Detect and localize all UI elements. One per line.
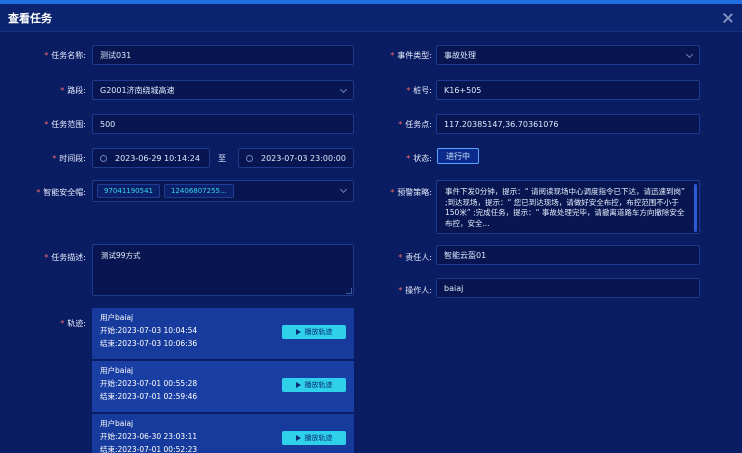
road-select[interactable]: G2001济南绕城高速 bbox=[92, 80, 354, 100]
status-badge: 进行中 bbox=[437, 148, 479, 164]
dialog-titlebar: 查看任务 bbox=[0, 4, 742, 32]
play-icon bbox=[295, 382, 301, 388]
strategy-label: * 预警策略: bbox=[390, 188, 432, 197]
chevron-down-icon bbox=[339, 85, 348, 94]
play-track-button[interactable]: 播放轨迹 bbox=[282, 378, 346, 392]
task-name-field[interactable]: 测试031 bbox=[92, 45, 354, 65]
description-textarea[interactable]: 测试99方式 bbox=[92, 244, 354, 296]
responsible-label: * 责任人: bbox=[398, 253, 432, 262]
play-icon bbox=[295, 329, 301, 335]
event-type-label: * 事件类型: bbox=[390, 51, 432, 60]
stake-field[interactable]: K16+505 bbox=[436, 80, 700, 100]
responsible-field[interactable]: 智能云盔01 bbox=[436, 245, 700, 265]
coordinates-field[interactable]: 117.20385147,36.70361076 bbox=[436, 114, 700, 134]
play-track-button[interactable]: 播放轨迹 bbox=[282, 431, 346, 445]
helmet-tag: 97041190541 bbox=[97, 184, 160, 198]
task-range-label: * 任务范围: bbox=[44, 120, 86, 129]
track-user: 用户baiaj bbox=[100, 419, 134, 428]
close-icon[interactable] bbox=[722, 12, 734, 24]
status-label: * 状态: bbox=[406, 154, 432, 163]
time-period-label: * 时间段: bbox=[52, 154, 86, 163]
track-label: * 轨迹: bbox=[60, 319, 86, 328]
time-start-field[interactable]: 2023-06-29 10:14:24 bbox=[92, 148, 210, 168]
description-label: * 任务描述: bbox=[44, 253, 86, 262]
task-name-label: * 任务名称: bbox=[44, 51, 86, 60]
strategy-textarea[interactable]: 事件下发0分钟，提示：“ 请阅读现场中心调度指令已下达，请迅速到岗” ;到达现场… bbox=[436, 180, 700, 234]
play-icon bbox=[295, 435, 301, 441]
track-item: 用户baiaj 开始:2023-07-03 10:04:54 结束:2023-0… bbox=[92, 308, 354, 359]
road-label: * 路段: bbox=[60, 86, 86, 95]
smart-helmet-label: * 智能安全帽: bbox=[36, 188, 86, 197]
clock-icon bbox=[100, 154, 107, 162]
task-range-field[interactable]: 500 bbox=[92, 114, 354, 134]
time-end-field[interactable]: 2023-07-03 23:00:00 bbox=[238, 148, 354, 168]
track-user: 用户baiaj bbox=[100, 366, 134, 375]
track-item: 用户baiaj 开始:2023-06-30 23:03:11 结束:2023-0… bbox=[92, 414, 354, 453]
smart-helmet-select[interactable]: 97041190541 12406807255... bbox=[92, 180, 354, 202]
operator-label: * 操作人: bbox=[398, 286, 432, 295]
resize-handle[interactable] bbox=[346, 288, 352, 294]
coordinates-label: * 任务点: bbox=[398, 120, 432, 129]
track-item: 用户baiaj 开始:2023-07-01 00:55:28 结束:2023-0… bbox=[92, 361, 354, 412]
scrollbar[interactable] bbox=[694, 184, 697, 232]
track-user: 用户baiaj bbox=[100, 313, 134, 322]
dialog-title: 查看任务 bbox=[8, 11, 52, 25]
operator-field[interactable]: baiaj bbox=[436, 278, 700, 298]
chevron-down-icon bbox=[685, 50, 694, 59]
clock-icon bbox=[246, 154, 253, 162]
chevron-down-icon bbox=[339, 185, 348, 194]
stake-label: * 桩号: bbox=[406, 86, 432, 95]
play-track-button[interactable]: 播放轨迹 bbox=[282, 325, 346, 339]
event-type-select[interactable]: 事故处理 bbox=[436, 45, 700, 65]
track-list: 用户baiaj 开始:2023-07-03 10:04:54 结束:2023-0… bbox=[92, 308, 354, 453]
time-range-separator: 至 bbox=[218, 154, 226, 163]
helmet-tag: 12406807255... bbox=[164, 184, 234, 198]
